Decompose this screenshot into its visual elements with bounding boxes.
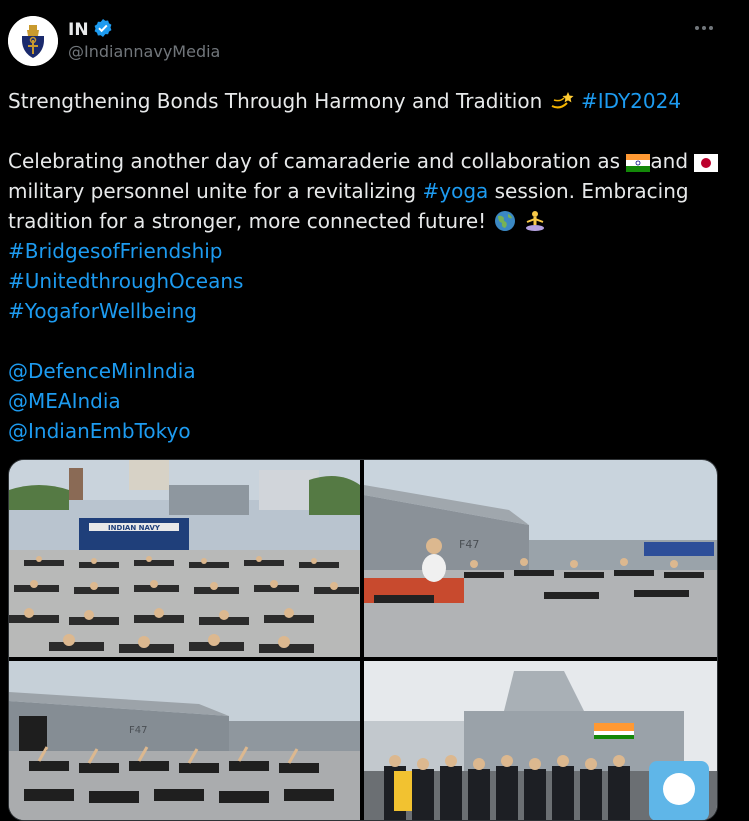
indian-navy-crest-icon — [8, 16, 58, 66]
tweet-headline: Strengthening Bonds Through Harmony and … — [8, 89, 543, 113]
hashtag-line: #YogaforWellbeing — [8, 296, 723, 326]
person-in-lotus-position-emoji-icon — [523, 210, 547, 240]
hashtag-yoga[interactable]: #yoga — [422, 179, 488, 203]
photo-3[interactable]: F47 — [9, 661, 360, 820]
author-row: IN — [68, 18, 113, 42]
tweet-line-4: tradition for a stronger, more connected… — [8, 206, 723, 236]
avatar[interactable] — [8, 16, 58, 66]
tweet-text: Strengthening Bonds Through Harmony and … — [8, 86, 723, 446]
author-handle[interactable]: @IndiannavyMedia — [68, 42, 220, 61]
dizzy-emoji-icon — [549, 90, 575, 120]
hashtag-line: #UnitedthroughOceans — [8, 266, 723, 296]
hull-number: F47 — [459, 538, 479, 551]
globe-emoji-icon — [493, 210, 517, 240]
media-grid: INDIAN NAVY F47 F47 — [8, 459, 718, 821]
more-options-icon[interactable] — [692, 18, 716, 38]
tweet-line-1: Strengthening Bonds Through Harmony and … — [8, 86, 723, 116]
tweet-text-segment: tradition for a stronger, more connected… — [8, 209, 487, 233]
tweet-line-2: Celebrating another day of camaraderie a… — [8, 146, 723, 176]
japan-flag-icon — [694, 150, 719, 180]
author-name[interactable]: IN — [68, 20, 89, 40]
mention-meaindia[interactable]: @MEAIndia — [8, 389, 121, 413]
tweet-line-3: military personnel unite for a revitaliz… — [8, 176, 723, 206]
mention-line: @MEAIndia — [8, 386, 723, 416]
hashtag-yogaforwellbeing[interactable]: #YogaforWellbeing — [8, 299, 197, 323]
banner-text: INDIAN NAVY — [108, 524, 161, 532]
mention-defencemin[interactable]: @DefenceMinIndia — [8, 359, 196, 383]
photo-2[interactable]: F47 — [364, 460, 717, 657]
hull-number: F47 — [129, 725, 147, 736]
tweet-text-and: and — [650, 149, 689, 173]
photo-1[interactable]: INDIAN NAVY — [9, 460, 360, 657]
mention-line: @DefenceMinIndia — [8, 356, 723, 386]
photo-4[interactable] — [364, 661, 717, 820]
tweet-text-segment: military personnel unite for a revitaliz… — [8, 179, 417, 203]
hashtag-unitedthroughoceans[interactable]: #UnitedthroughOceans — [8, 269, 243, 293]
tweet-text-segment: Celebrating another day of camaraderie a… — [8, 149, 621, 173]
tweet-text-segment: session. Embracing — [494, 179, 689, 203]
mention-indianembtokyo[interactable]: @IndianEmbTokyo — [8, 419, 191, 443]
hashtag-line: #BridgesofFriendship — [8, 236, 723, 266]
hashtag-idy2024[interactable]: #IDY2024 — [581, 89, 681, 113]
mention-line: @IndianEmbTokyo — [8, 416, 723, 446]
hashtag-bridgesoffriendship[interactable]: #BridgesofFriendship — [8, 239, 223, 263]
verified-badge-icon — [93, 18, 113, 42]
